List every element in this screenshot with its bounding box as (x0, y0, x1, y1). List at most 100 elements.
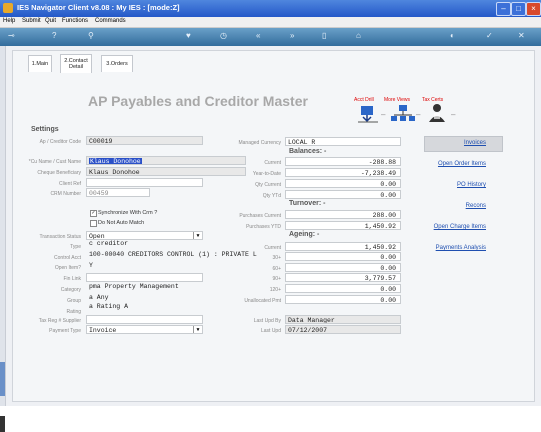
type-value[interactable]: c creditor (89, 240, 128, 247)
name-label: *Cu Name / Cust Name (28, 159, 81, 165)
last-upd-field[interactable]: 07/12/2007 (285, 325, 401, 334)
heart-icon[interactable]: ♥ (186, 31, 191, 40)
group-value[interactable]: a Any (89, 294, 109, 301)
fin-link-label: Fin Link (63, 276, 81, 282)
ageing-header: Ageing: - (289, 231, 320, 238)
name-value: Klaus Donohoe (89, 158, 142, 165)
menu-submit[interactable]: Submit (22, 18, 41, 24)
ytd-field[interactable]: -7,238.49 (285, 168, 401, 177)
qty-ytd-label: Qty YTd (262, 193, 281, 199)
app-icon (3, 3, 13, 13)
close-icon[interactable]: ✕ (518, 31, 525, 40)
turnover-header: Turnover: - (289, 200, 326, 207)
transaction-status-value: Open (89, 233, 105, 240)
category-value[interactable]: pma Property Management (89, 283, 179, 290)
close-button[interactable]: × (526, 2, 541, 16)
payments-analysis-link[interactable]: Payments Analysis (436, 245, 486, 251)
category-label: Category (60, 287, 81, 293)
client-ref-label: Client Ref (59, 181, 81, 187)
days-30-field[interactable]: 0.00 (285, 252, 401, 261)
menu-functions[interactable]: Functions (62, 18, 88, 24)
left-strip (0, 46, 6, 432)
days-60-label: 60+ (272, 266, 281, 272)
menu-quit[interactable]: Quit (45, 18, 56, 24)
qty-current-field[interactable]: 0.00 (285, 179, 401, 188)
recons-link[interactable]: Recons (466, 203, 486, 209)
menu-help[interactable]: Help (3, 18, 15, 24)
side-panel-tab[interactable] (0, 362, 5, 396)
purchases-ytd-label: Purchases YTD (246, 224, 281, 230)
cheque-beneficiary-field[interactable]: Klaus Donohoe (86, 167, 246, 176)
key-icon[interactable]: ⊸ (8, 31, 15, 40)
rating-value[interactable]: a Rating A (89, 303, 128, 310)
help-icon[interactable]: ? (52, 31, 56, 40)
invoices-link[interactable]: Invoices (464, 140, 486, 146)
check-icon[interactable]: ✓ (486, 31, 493, 40)
open-charge-items-link[interactable]: Open Charge Items (434, 224, 486, 230)
chevron-down-icon[interactable]: ▼ (193, 326, 202, 333)
tax-reg-label: Tax Reg # Supplier (38, 318, 81, 324)
open-item-value[interactable]: Y (89, 262, 93, 269)
tab-main[interactable]: 1.Main (28, 55, 52, 72)
name-field[interactable]: Klaus Donohoe (86, 156, 246, 165)
acct-drill-label: Acct Drill (354, 97, 374, 103)
crm-number-field[interactable]: 00459 (86, 188, 150, 197)
separator-icon: – (451, 110, 456, 119)
maximize-button[interactable]: □ (511, 2, 526, 16)
forward-icon[interactable]: » (290, 31, 294, 40)
days-90-field[interactable]: 3,779.57 (285, 273, 401, 282)
current-field[interactable]: -288.88 (285, 157, 401, 166)
ageing-current-field[interactable]: 1,450.92 (285, 242, 401, 251)
search-icon[interactable]: ⚲ (88, 31, 94, 40)
home-icon[interactable]: ⌂ (356, 31, 361, 40)
days-120-field[interactable]: 0.00 (285, 284, 401, 293)
tab-orders[interactable]: 3.Orders (101, 55, 133, 72)
unallocated-field[interactable]: 0.00 (285, 295, 401, 304)
last-upd-by-label: Last Upd By (253, 318, 281, 324)
tab-main-label: 1.Main (31, 61, 49, 67)
no-auto-match-checkbox[interactable] (90, 220, 97, 227)
days-30-label: 30+ (272, 255, 281, 261)
ap-creditor-code-field[interactable]: C00019 (86, 136, 203, 145)
app-window: IES Navigator Client v8.08 : My IES : [m… (0, 0, 541, 432)
document-icon[interactable]: ▯ (322, 31, 326, 40)
managed-currency-field[interactable]: LOCAL R (285, 137, 401, 146)
sync-crm-checkbox[interactable]: ✓ (90, 210, 97, 217)
group-label: Group (67, 298, 81, 304)
tab-contact-label-2: Detail (68, 64, 84, 70)
person-icon[interactable] (426, 103, 448, 123)
po-history-link[interactable]: PO History (457, 182, 486, 188)
last-upd-by-field[interactable]: Data Manager (285, 315, 401, 324)
ytd-label: Year-to-Date (252, 171, 281, 177)
side-panel-handle[interactable] (0, 416, 5, 432)
more-views-label: More Views (384, 97, 411, 103)
transaction-status-select[interactable]: Open ▼ (86, 231, 203, 240)
qty-ytd-field[interactable]: 0.00 (285, 190, 401, 199)
purchases-current-label: Purchases Current (239, 213, 281, 219)
menu-commands[interactable]: Commands (95, 18, 126, 24)
menu-bar: Help Submit Quit Functions Commands (0, 17, 541, 28)
control-acct-value[interactable]: 100-00040 CREDITORS CONTROL (1) : PRIVAT… (89, 251, 257, 258)
hierarchy-icon[interactable] (390, 104, 416, 124)
back-icon[interactable]: « (256, 31, 260, 40)
ageing-current-label: Current (264, 245, 281, 251)
title-bar: IES Navigator Client v8.08 : My IES : [m… (0, 0, 541, 17)
client-ref-field[interactable] (86, 178, 203, 187)
globe-icon[interactable]: ◐ (450, 31, 455, 40)
transaction-status-label: Transaction Status (39, 234, 81, 240)
tab-contact-detail[interactable]: 2.Contact Detail (60, 54, 92, 73)
minimize-button[interactable]: – (496, 2, 511, 16)
chevron-down-icon[interactable]: ▼ (193, 232, 202, 239)
clock-icon[interactable]: ◷ (220, 31, 227, 40)
purchases-ytd-field[interactable]: 1,450.92 (285, 221, 401, 230)
purchases-current-field[interactable]: 288.00 (285, 210, 401, 219)
fin-link-field[interactable] (86, 273, 203, 282)
unallocated-label: Unallocated Pmt (244, 298, 281, 304)
days-60-field[interactable]: 0.00 (285, 263, 401, 272)
separator-icon: – (381, 110, 386, 119)
tax-reg-field[interactable] (86, 315, 203, 324)
acct-drill-icon[interactable] (356, 104, 380, 124)
no-auto-match-label: Do Not Auto Match (98, 220, 145, 226)
payment-type-select[interactable]: Invoice ▼ (86, 325, 203, 334)
open-order-items-link[interactable]: Open Order Items (438, 161, 486, 167)
